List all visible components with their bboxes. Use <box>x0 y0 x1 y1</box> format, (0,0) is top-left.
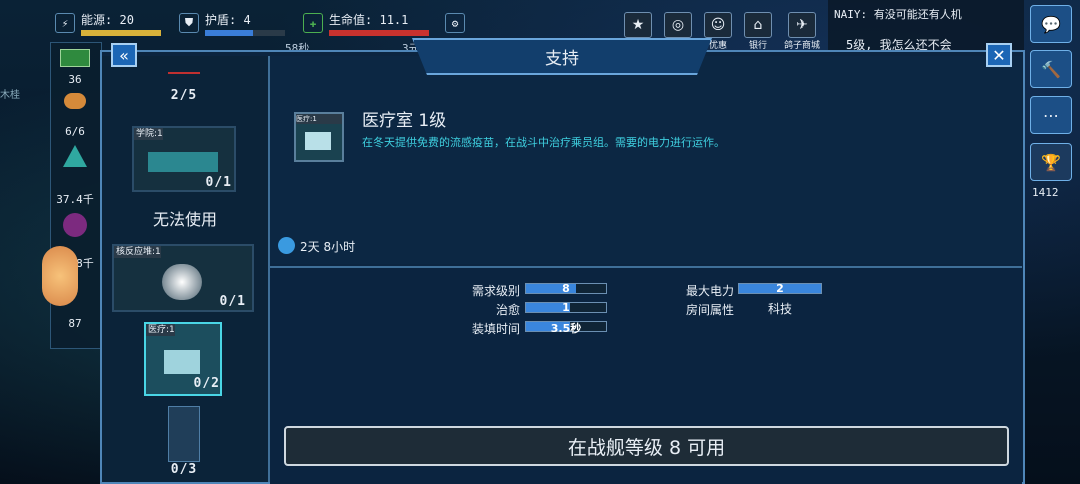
badge-icon: ☺ <box>704 12 732 38</box>
chat-button[interactable]: 💬 <box>1030 5 1072 43</box>
max-power-bar: 2 <box>738 282 822 295</box>
room-list-item-selected[interactable]: 医疗:1 0/2 <box>144 322 222 396</box>
double-chevron-left-icon: « <box>119 45 129 65</box>
trophy-button[interactable]: 🏆 <box>1030 143 1072 181</box>
resource-hud: ⚡ 能源: 20 ⛊ 护盾: 4 ✚ 生命值: 11.1 ⚙ <box>55 6 465 40</box>
avatar-orb[interactable] <box>42 246 78 306</box>
hp-bar <box>329 29 429 36</box>
close-icon: ✕ <box>992 45 1006 65</box>
room-list-item[interactable]: 核反应堆:1 0/1 <box>112 244 254 312</box>
health-plus-icon: ✚ <box>303 13 323 33</box>
chat-line-1: NAIY: 有没可能还有人机 <box>834 8 962 21</box>
heal-value: 1 <box>562 301 570 314</box>
energy-value: 20 <box>119 12 134 27</box>
energy-bar <box>81 29 161 36</box>
strip-value-1: 36 <box>68 73 82 86</box>
room-count: 2/5 <box>170 88 198 103</box>
max-power-label: 最大电力 <box>685 284 734 298</box>
room-header: 医疗:1 <box>146 324 175 336</box>
bank-icon: ⌂ <box>744 12 772 38</box>
room-header: 学院:1 <box>134 128 163 140</box>
shield-label: 护盾: <box>205 12 237 27</box>
hp-label: 生命值: <box>329 12 373 27</box>
shield-value: 4 <box>243 12 251 27</box>
room-count: 0/1 <box>205 175 232 190</box>
reload-bar: 3.5秒 <box>525 321 607 335</box>
reactor-core <box>162 264 202 300</box>
room-name: 医疗室 1级 <box>362 111 447 131</box>
panel-title-tab: 支持 <box>412 38 712 75</box>
room-type-value: 科技 <box>767 302 792 316</box>
room-type-label: 房间属性 <box>685 303 734 317</box>
room-thumbnail <box>168 406 200 462</box>
room-detail-thumbnail: 医疗:1 <box>294 112 344 162</box>
required-level-label: 需求级别 <box>471 284 520 298</box>
bed-art <box>164 350 200 374</box>
strip-value-2: 6/6 <box>65 125 85 138</box>
room-list-item[interactable]: 2/5 <box>132 72 236 103</box>
lightning-icon: ⚡ <box>55 13 75 33</box>
room-list-item[interactable]: 0/3 <box>132 406 236 477</box>
left-tag: 木桂 <box>0 90 20 101</box>
room-count: 0/3 <box>170 462 198 477</box>
strip-value-5: 87 <box>68 317 82 330</box>
build-button[interactable]: 🔨 <box>1030 50 1072 88</box>
required-level-bar: 8 <box>525 282 607 295</box>
bird-icon: ✈ <box>788 12 816 38</box>
room-header: 核反应堆:1 <box>114 246 161 258</box>
energy-label: 能源: <box>81 12 113 27</box>
bed-art <box>305 132 331 150</box>
crystal-icon <box>51 145 99 170</box>
room-list: 2/5 学院:1 0/1 无法使用 核反应堆:1 0/1 医疗:1 0/2 0/… <box>102 56 270 482</box>
reload-value: 3.5秒 <box>550 322 582 335</box>
clock-icon <box>278 237 295 254</box>
hammer-icon: 🔨 <box>1041 59 1061 79</box>
reload-label: 装填时间 <box>471 322 520 336</box>
cash-icon <box>51 49 99 70</box>
shield-bar <box>205 29 285 36</box>
room-count: 0/1 <box>219 294 246 309</box>
trophy-value: 1412 <box>1032 186 1059 199</box>
panel-title: 支持 <box>545 49 579 69</box>
room-count: 0/2 <box>193 376 220 391</box>
availability-text: 在战舰等级 8 可用 <box>567 436 726 459</box>
star-icon: ★ <box>624 12 652 38</box>
heal-label: 治愈 <box>495 303 520 317</box>
room-status: 无法使用 <box>152 210 217 229</box>
speech-bubble-icon: 💬 <box>1041 14 1061 34</box>
build-time: 2天 8小时 <box>300 240 356 254</box>
orb-icon <box>51 213 99 240</box>
back-button[interactable]: « <box>111 43 137 67</box>
settings-gear-icon[interactable]: ⚙ <box>445 13 465 33</box>
map-button[interactable]: ⋯ <box>1030 96 1072 134</box>
heal-bar: 1 <box>525 301 607 314</box>
required-level-value: 8 <box>562 282 570 295</box>
max-power-value: 2 <box>776 282 784 295</box>
strip-value-3: 37.4千 <box>56 193 94 206</box>
room-art <box>148 152 218 172</box>
mineral-icon <box>51 93 99 112</box>
room-detail: 医疗:1 医疗室 1级 在冬天提供免费的流感疫苗，在战斗中治疗乘员组。需要的电力… <box>270 56 1022 264</box>
room-detail-thumb-header: 医疗:1 <box>296 114 342 124</box>
room-description: 在冬天提供免费的流感疫苗，在战斗中治疗乘员组。需要的电力进行运作。 <box>362 136 725 149</box>
room-thumbnail <box>168 72 200 88</box>
compass-icon: ◎ <box>664 12 692 38</box>
room-list-item[interactable]: 学院:1 0/1 <box>132 126 236 192</box>
availability-banner[interactable]: 在战舰等级 8 可用 <box>284 426 1009 466</box>
top-icon-bank[interactable]: ⌂ 银行 <box>744 12 772 51</box>
close-button[interactable]: ✕ <box>986 43 1012 67</box>
shield-icon: ⛊ <box>179 13 199 33</box>
trophy-icon: 🏆 <box>1041 152 1061 172</box>
hp-value: 11.1 <box>379 12 409 27</box>
top-icon-shop[interactable]: ✈ 鸽子商城 <box>784 12 820 51</box>
map-icon: ⋯ <box>1043 105 1059 125</box>
